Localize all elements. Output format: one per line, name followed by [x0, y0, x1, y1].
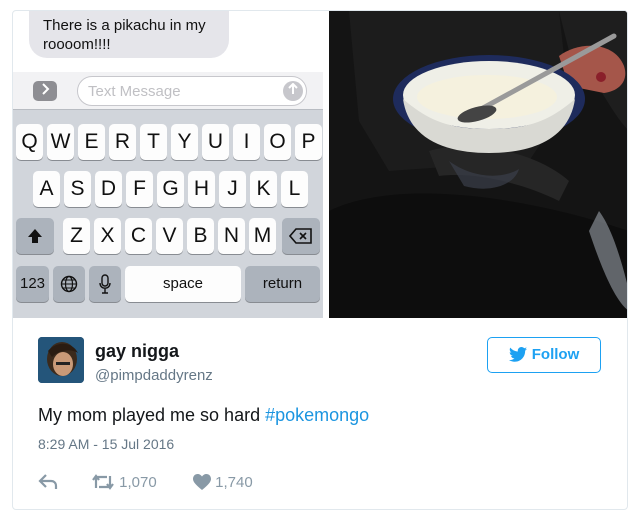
backspace-icon	[289, 228, 312, 244]
key-h[interactable]: H	[188, 171, 215, 207]
shift-icon	[28, 229, 42, 243]
key-y[interactable]: Y	[171, 124, 198, 160]
message-thread: There is a pikachu in my roooom!!!!	[13, 11, 323, 72]
key-r[interactable]: R	[109, 124, 136, 160]
follow-button[interactable]: Follow	[487, 337, 601, 373]
text-message-input[interactable]	[77, 76, 307, 106]
hashtag-link[interactable]: #pokemongo	[265, 405, 369, 425]
reply-button[interactable]	[38, 473, 58, 493]
dictation-key[interactable]	[89, 266, 121, 302]
retweet-count: 1,070	[119, 474, 157, 491]
retweet-icon	[92, 474, 114, 490]
key-m[interactable]: M	[249, 218, 276, 254]
user-handle[interactable]: @pimpdaddyrenz	[95, 367, 213, 384]
message-bubble: There is a pikachu in my roooom!!!!	[29, 11, 229, 58]
tweet-media[interactable]: There is a pikachu in my roooom!!!! QWER…	[13, 11, 627, 318]
key-k[interactable]: K	[250, 171, 277, 207]
heart-icon	[193, 474, 211, 490]
key-i[interactable]: I	[233, 124, 260, 160]
tweet-timestamp[interactable]: 8:29 AM - 15 Jul 2016	[38, 436, 174, 452]
imessage-screenshot: There is a pikachu in my roooom!!!! QWER…	[13, 11, 323, 318]
tweet-text-body: My mom played me so hard	[38, 405, 261, 425]
bowl-photo-image	[329, 11, 627, 318]
key-n[interactable]: N	[218, 218, 245, 254]
key-c[interactable]: C	[125, 218, 152, 254]
key-z[interactable]: Z	[63, 218, 90, 254]
key-d[interactable]: D	[95, 171, 122, 207]
space-key[interactable]: space	[125, 266, 241, 302]
avatar-image	[38, 337, 84, 383]
send-button[interactable]	[283, 81, 303, 101]
message-bubble-line-2: roooom!!!!	[43, 36, 111, 53]
key-o[interactable]: O	[264, 124, 291, 160]
avatar[interactable]	[38, 337, 84, 383]
keyboard: Q W E R T Y U I O P A S D F G H J K L Z X C V B N M 123 space return	[13, 111, 323, 318]
key-v[interactable]: V	[156, 218, 183, 254]
chevron-right-icon	[42, 83, 50, 95]
key-s[interactable]: S	[64, 171, 91, 207]
globe-key[interactable]	[53, 266, 85, 302]
key-x[interactable]: X	[94, 218, 121, 254]
bowl-photo	[329, 11, 627, 318]
microphone-icon	[99, 274, 111, 294]
key-l[interactable]: L	[281, 171, 308, 207]
key-f[interactable]: F	[126, 171, 153, 207]
tweet-card: There is a pikachu in my roooom!!!! QWER…	[12, 10, 628, 510]
twitter-bird-icon	[508, 347, 527, 362]
reply-icon	[38, 474, 58, 489]
follow-label: Follow	[531, 346, 580, 363]
key-w[interactable]: W	[47, 124, 74, 160]
like-count: 1,740	[215, 474, 253, 491]
delete-key[interactable]	[282, 218, 320, 254]
display-name[interactable]: gay nigga	[95, 341, 179, 362]
expand-button[interactable]	[33, 81, 57, 101]
compose-bar	[13, 72, 323, 110]
key-a[interactable]: A	[33, 171, 60, 207]
key-t[interactable]: T	[140, 124, 167, 160]
key-q[interactable]: Q	[16, 124, 43, 160]
numbers-key[interactable]: 123	[16, 266, 49, 302]
key-u[interactable]: U	[202, 124, 229, 160]
key-p[interactable]: P	[295, 124, 322, 160]
shift-key[interactable]	[16, 218, 54, 254]
key-g[interactable]: G	[157, 171, 184, 207]
message-bubble-line-1: There is a pikachu in my	[43, 17, 206, 34]
return-key[interactable]: return	[245, 266, 320, 302]
key-b[interactable]: B	[187, 218, 214, 254]
like-button[interactable]: 1,740	[193, 473, 253, 493]
key-j[interactable]: J	[219, 171, 246, 207]
key-e[interactable]: E	[78, 124, 105, 160]
tweet-text: My mom played me so hard #pokemongo	[38, 405, 369, 426]
arrow-up-icon	[288, 82, 298, 94]
retweet-button[interactable]: 1,070	[91, 473, 157, 493]
globe-icon	[60, 275, 78, 293]
